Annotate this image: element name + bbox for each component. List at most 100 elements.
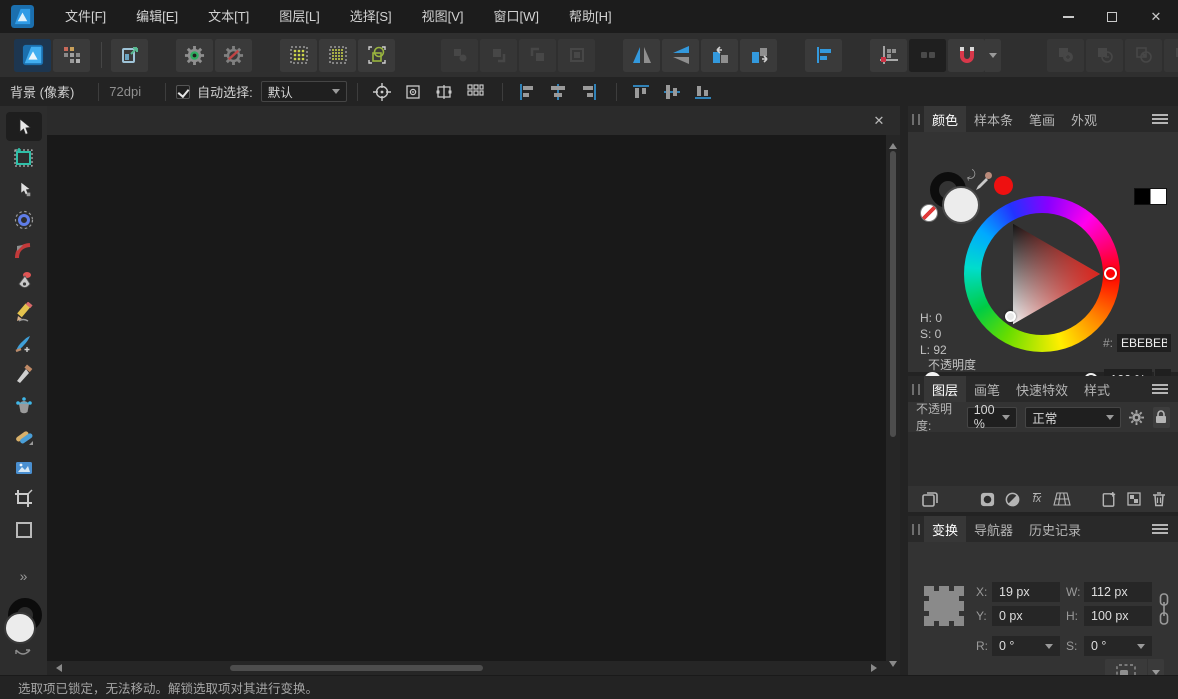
snap-pixel-button[interactable] bbox=[319, 39, 356, 72]
align-center-button[interactable] bbox=[544, 80, 573, 104]
scroll-up-icon[interactable] bbox=[889, 139, 897, 149]
layer-effects-button[interactable]: fx bbox=[1026, 488, 1048, 510]
vertical-scroll-thumb[interactable] bbox=[890, 151, 896, 437]
adjustment-layer-button[interactable] bbox=[1001, 488, 1023, 510]
new-pixel-layer-button[interactable] bbox=[1123, 488, 1145, 510]
rotation-dropdown[interactable]: 0 ° bbox=[992, 636, 1060, 656]
tab-quick-fx[interactable]: 快速特效 bbox=[1008, 376, 1076, 402]
tab-history[interactable]: 历史记录 bbox=[1021, 516, 1089, 542]
shade-selector[interactable] bbox=[1005, 311, 1016, 322]
align-bottom-button[interactable] bbox=[689, 80, 718, 104]
menu-edit[interactable]: 编辑[E] bbox=[121, 0, 193, 33]
tab-transform[interactable]: 变换 bbox=[924, 516, 966, 542]
x-input[interactable] bbox=[992, 582, 1060, 602]
menu-help[interactable]: 帮助[H] bbox=[554, 0, 627, 33]
place-image-tool[interactable] bbox=[6, 453, 42, 482]
show-handles-button[interactable] bbox=[399, 80, 428, 104]
panel-grip-icon[interactable] bbox=[908, 106, 924, 132]
node-tool[interactable] bbox=[6, 174, 42, 203]
menu-layer[interactable]: 图层[L] bbox=[264, 0, 334, 33]
eyedropper-icon[interactable] bbox=[972, 170, 996, 194]
live-filter-button[interactable] bbox=[1051, 488, 1073, 510]
rotate-cw-button[interactable] bbox=[740, 39, 777, 72]
pen-tool[interactable] bbox=[6, 267, 42, 296]
blend-mode-dropdown[interactable]: 正常 bbox=[1025, 407, 1121, 428]
scroll-down-icon[interactable] bbox=[889, 661, 897, 671]
vector-brush-tool[interactable] bbox=[6, 329, 42, 358]
transparency-tool[interactable] bbox=[6, 422, 42, 451]
corner-tool[interactable] bbox=[6, 236, 42, 265]
shape-tool[interactable] bbox=[6, 515, 42, 544]
menu-window[interactable]: 窗口[W] bbox=[479, 0, 555, 33]
tab-color[interactable]: 颜色 bbox=[924, 106, 966, 132]
point-transform-tool[interactable] bbox=[6, 205, 42, 234]
pixel-persona-button[interactable] bbox=[53, 39, 90, 72]
swap-colors-icon[interactable] bbox=[14, 648, 32, 658]
h-input[interactable] bbox=[1084, 606, 1152, 626]
flip-vertical-button[interactable] bbox=[662, 39, 699, 72]
export-persona-button[interactable] bbox=[111, 39, 148, 72]
layers-list[interactable] bbox=[908, 432, 1178, 486]
hex-input[interactable] bbox=[1117, 334, 1171, 352]
flip-horizontal-button[interactable] bbox=[623, 39, 660, 72]
panel-menu-icon[interactable] bbox=[1152, 524, 1168, 534]
picked-color-swatch[interactable] bbox=[994, 176, 1013, 195]
color-wheel[interactable] bbox=[964, 196, 1120, 352]
align-top-button[interactable] bbox=[627, 80, 656, 104]
panel-grip-icon[interactable] bbox=[908, 516, 924, 542]
preferences-on-button[interactable] bbox=[176, 39, 213, 72]
snapping-dropdown-button[interactable] bbox=[985, 39, 1001, 72]
move-tool[interactable] bbox=[6, 112, 42, 141]
lock-layer-button[interactable] bbox=[1153, 407, 1170, 428]
designer-persona-button[interactable] bbox=[14, 39, 51, 72]
snap-grid-button[interactable] bbox=[280, 39, 317, 72]
delete-layer-button[interactable] bbox=[1148, 488, 1170, 510]
close-document-button[interactable]: ✕ bbox=[868, 110, 890, 132]
no-color-swatch[interactable] bbox=[920, 204, 938, 222]
snapping-button[interactable] bbox=[948, 39, 985, 72]
maximize-button[interactable] bbox=[1090, 0, 1134, 33]
tab-layers[interactable]: 图层 bbox=[924, 376, 966, 402]
tab-swatches[interactable]: 样本条 bbox=[966, 106, 1021, 132]
autoselect-checkbox[interactable] bbox=[176, 85, 190, 99]
scroll-left-icon[interactable] bbox=[52, 664, 62, 672]
cycle-selection-box-button[interactable] bbox=[368, 80, 397, 104]
tab-brushes[interactable]: 画笔 bbox=[966, 376, 1008, 402]
fill-tool[interactable] bbox=[6, 391, 42, 420]
tab-stroke[interactable]: 笔画 bbox=[1021, 106, 1063, 132]
tab-appearance[interactable]: 外观 bbox=[1063, 106, 1105, 132]
layers-opacity-dropdown[interactable]: 100 % bbox=[967, 407, 1018, 428]
snap-axis-button[interactable] bbox=[870, 39, 907, 72]
vertical-scrollbar[interactable] bbox=[886, 135, 900, 675]
preferences-off-button[interactable] bbox=[215, 39, 252, 72]
panel-menu-icon[interactable] bbox=[1152, 114, 1168, 124]
link-dimensions-icon[interactable] bbox=[1158, 592, 1170, 626]
align-left-button[interactable] bbox=[513, 80, 542, 104]
canvas[interactable] bbox=[47, 135, 886, 661]
align-middle-button[interactable] bbox=[658, 80, 687, 104]
hue-selector[interactable] bbox=[1104, 267, 1117, 280]
separation-mode-toggle[interactable] bbox=[909, 39, 946, 72]
align-right-button[interactable] bbox=[575, 80, 604, 104]
rotate-ccw-button[interactable] bbox=[701, 39, 738, 72]
horizontal-scrollbar[interactable] bbox=[47, 661, 886, 675]
tab-navigator[interactable]: 导航器 bbox=[966, 516, 1021, 542]
black-white-swatch[interactable] bbox=[1134, 188, 1167, 205]
fill-color-well[interactable] bbox=[4, 612, 36, 644]
menu-view[interactable]: 视图[V] bbox=[407, 0, 479, 33]
anchor-point-selector[interactable] bbox=[922, 584, 966, 628]
y-input[interactable] bbox=[992, 606, 1060, 626]
pencil-tool[interactable] bbox=[6, 298, 42, 327]
menu-file[interactable]: 文件[F] bbox=[50, 0, 121, 33]
artboard-tool[interactable] bbox=[6, 143, 42, 172]
tab-styles[interactable]: 样式 bbox=[1076, 376, 1118, 402]
horizontal-scroll-thumb[interactable] bbox=[230, 665, 483, 671]
mask-layer-button[interactable] bbox=[976, 488, 998, 510]
palette-overflow-button[interactable]: » bbox=[20, 568, 28, 584]
shear-dropdown[interactable]: 0 ° bbox=[1084, 636, 1152, 656]
vector-crop-tool[interactable] bbox=[6, 484, 42, 513]
menu-text[interactable]: 文本[T] bbox=[193, 0, 264, 33]
panel-menu-icon[interactable] bbox=[1152, 384, 1168, 394]
minimize-button[interactable] bbox=[1046, 0, 1090, 33]
blend-options-button[interactable] bbox=[1128, 407, 1145, 428]
